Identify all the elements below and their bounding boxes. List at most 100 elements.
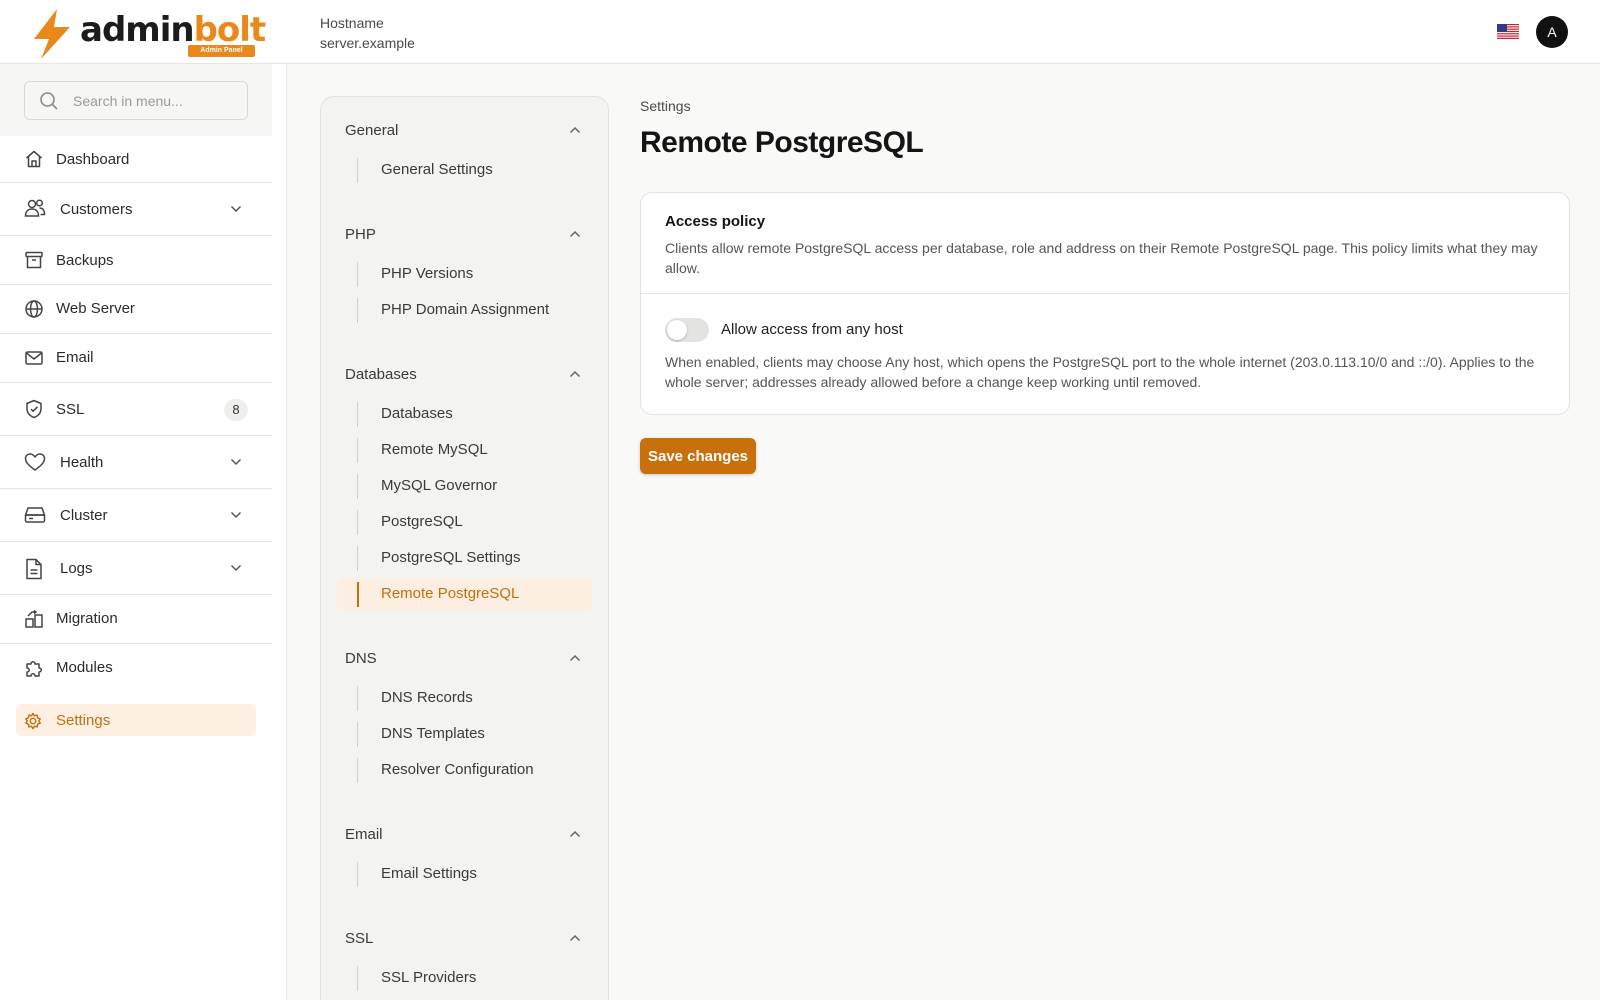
chevron-down-icon <box>230 564 242 572</box>
mail-icon <box>25 351 43 365</box>
subnav-item-php-domain-assignment[interactable]: PHP Domain Assignment <box>337 294 593 327</box>
subnav-item-resolver-configuration[interactable]: Resolver Configuration <box>337 754 593 787</box>
subnav-item-databases[interactable]: Databases <box>337 398 593 431</box>
card-header-section: Access policy Clients allow remote Postg… <box>641 193 1569 294</box>
sidebar: Dashboard Customers Backups Web Server E… <box>0 64 287 1000</box>
logo-badge: Admin Panel <box>188 45 255 57</box>
puzzle-icon <box>26 661 42 677</box>
any-host-toggle-label[interactable]: Allow access from any host <box>721 321 903 338</box>
sidebar-item-label: Health <box>60 454 104 471</box>
chevron-up-icon[interactable] <box>569 654 581 662</box>
globe-icon <box>25 300 43 318</box>
users-icon <box>24 199 46 217</box>
subnav-active-bar <box>357 582 359 607</box>
subnav-indent-bar <box>357 262 358 287</box>
card-title: Access policy <box>665 213 766 230</box>
sidebar-item-ssl[interactable]: SSL 8 <box>0 383 272 436</box>
subnav-item-general-settings[interactable]: General Settings <box>337 154 593 187</box>
page-title: Remote PostgreSQL <box>640 126 924 159</box>
subnav-indent-bar <box>357 510 358 535</box>
hostname-label: Hostname <box>320 15 384 31</box>
chevron-up-icon[interactable] <box>569 230 581 238</box>
sidebar-item-label: Logs <box>60 560 93 577</box>
sidebar-item-dashboard[interactable]: Dashboard <box>0 136 272 183</box>
subnav-item-mysql-governor[interactable]: MySQL Governor <box>337 470 593 503</box>
subnav-item-dns-records[interactable]: DNS Records <box>337 682 593 715</box>
subnav-item-email-settings[interactable]: Email Settings <box>337 858 593 891</box>
settings-subnav: General General Settings PHP PHP Version… <box>320 96 609 1000</box>
sidebar-item-web-server[interactable]: Web Server <box>0 285 272 334</box>
subnav-item-label: PostgreSQL <box>381 513 463 530</box>
subnav-indent-bar <box>357 474 358 499</box>
logo-wordmark: adminbolt <box>80 10 266 50</box>
shield-icon <box>26 399 42 419</box>
search-icon <box>40 92 58 110</box>
sidebar-item-backups[interactable]: Backups <box>0 236 272 285</box>
subnav-indent-bar <box>357 158 358 183</box>
sidebar-item-customers[interactable]: Customers <box>0 183 272 236</box>
sidebar-item-label: Migration <box>56 610 118 627</box>
chevron-up-icon[interactable] <box>569 370 581 378</box>
any-host-help-text: When enabled, clients may choose Any hos… <box>665 354 1535 390</box>
subnav-item-label: MySQL Governor <box>381 477 498 494</box>
adminbolt-logo[interactable]: adminbolt Admin Panel <box>30 6 266 60</box>
gear-icon <box>25 712 41 730</box>
sidebar-item-label: SSL <box>56 401 85 418</box>
subnav-item-label: DNS Records <box>381 689 473 706</box>
subnav-indent-bar <box>357 298 358 323</box>
subnav-item-label: SSL Providers <box>381 969 477 986</box>
user-avatar[interactable]: A <box>1536 16 1568 48</box>
group-title-general[interactable]: General <box>345 122 398 139</box>
subnav-item-label: Remote PostgreSQL <box>381 585 520 602</box>
ssl-count-badge: 8 <box>224 399 248 421</box>
bolt-logo-icon <box>34 9 70 59</box>
hostname-value: server.example <box>320 35 415 51</box>
subnav-indent-bar <box>357 722 358 747</box>
subnav-indent-bar <box>357 402 358 427</box>
subnav-item-ssl-providers[interactable]: SSL Providers <box>337 962 593 995</box>
heart-icon <box>24 453 46 471</box>
sidebar-item-email[interactable]: Email <box>0 334 272 383</box>
sidebar-item-logs[interactable]: Logs <box>0 542 272 595</box>
subnav-item-remote-mysql[interactable]: Remote MySQL <box>337 434 593 467</box>
subnav-item-dns-templates[interactable]: DNS Templates <box>337 718 593 751</box>
subnav-item-postgresql[interactable]: PostgreSQL <box>337 506 593 539</box>
sidebar-item-label: Settings <box>56 712 111 729</box>
subnav-item-label: Databases <box>381 405 453 422</box>
any-host-toggle[interactable] <box>665 318 709 342</box>
group-title-dns[interactable]: DNS <box>345 650 377 667</box>
sidebar-item-health[interactable]: Health <box>0 436 272 489</box>
chevron-up-icon[interactable] <box>569 830 581 838</box>
search-input[interactable] <box>73 91 238 111</box>
subnav-item-label: PHP Domain Assignment <box>381 301 550 318</box>
group-title-ssl[interactable]: SSL <box>345 930 373 947</box>
search-box[interactable] <box>24 81 248 120</box>
subnav-item-php-versions[interactable]: PHP Versions <box>337 258 593 291</box>
subnav-indent-bar <box>357 758 358 783</box>
subnav-item-remote-postgresql[interactable]: Remote PostgreSQL <box>337 578 593 611</box>
sidebar-item-modules[interactable]: Modules <box>0 644 272 693</box>
subnav-indent-bar <box>357 862 358 887</box>
group-title-email[interactable]: Email <box>345 826 383 843</box>
save-changes-button[interactable]: Save changes <box>640 438 756 474</box>
access-policy-card: Access policy Clients allow remote Postg… <box>640 192 1570 415</box>
subnav-item-label: Remote MySQL <box>381 441 488 458</box>
us-flag-icon[interactable] <box>1497 24 1519 39</box>
breadcrumb[interactable]: Settings <box>640 98 691 114</box>
chevron-up-icon[interactable] <box>569 126 581 134</box>
subnav-indent-bar <box>357 686 358 711</box>
hostname-block: Hostname server.example <box>320 13 415 53</box>
group-title-php[interactable]: PHP <box>345 226 376 243</box>
sidebar-item-label: Customers <box>60 201 133 218</box>
subnav-item-postgresql-settings[interactable]: PostgreSQL Settings <box>337 542 593 575</box>
sidebar-item-cluster[interactable]: Cluster <box>0 489 272 542</box>
sidebar-item-label: Dashboard <box>56 151 130 168</box>
archive-icon <box>25 251 43 269</box>
sidebar-item-migration[interactable]: Migration <box>0 595 272 644</box>
file-icon <box>26 558 42 580</box>
sidebar-item-label: Cluster <box>60 507 108 524</box>
chevron-up-icon[interactable] <box>569 934 581 942</box>
sidebar-item-settings[interactable]: Settings <box>16 704 256 736</box>
group-title-databases[interactable]: Databases <box>345 366 417 383</box>
card-description: Clients allow remote PostgreSQL access p… <box>665 240 1538 276</box>
